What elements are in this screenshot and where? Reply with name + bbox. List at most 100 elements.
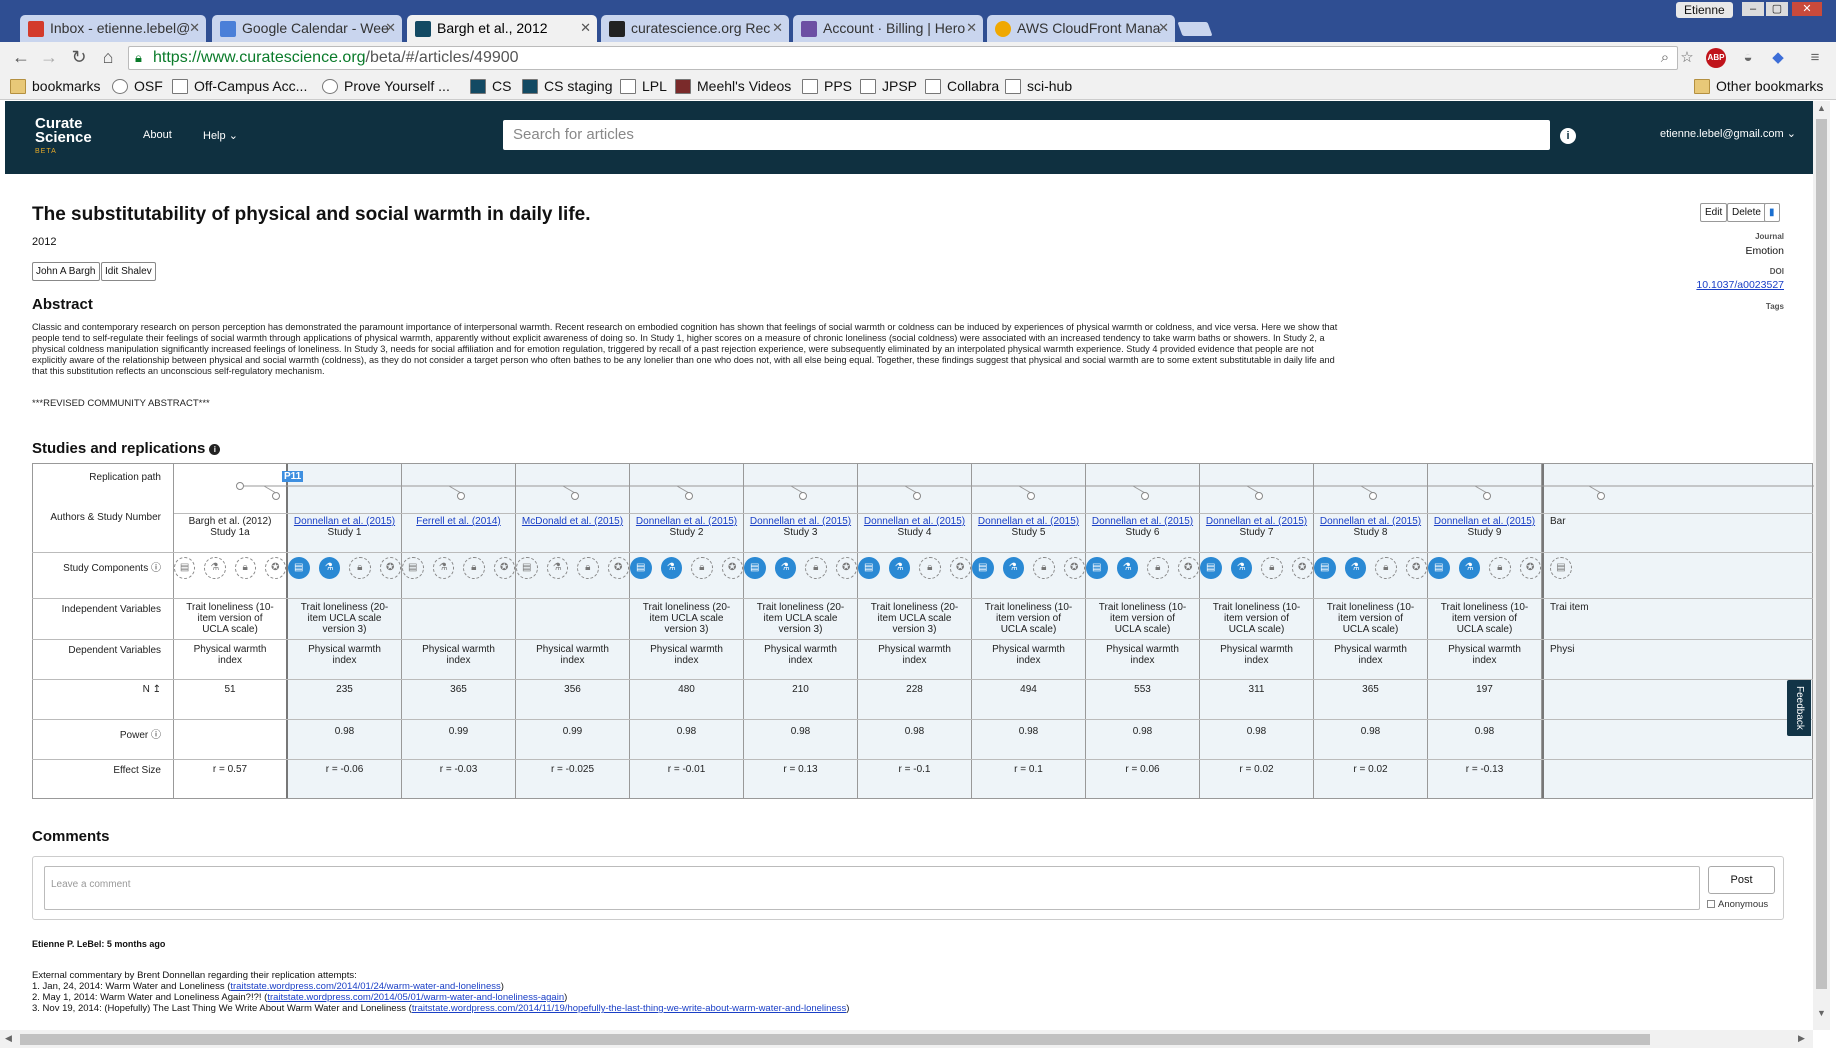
horizontal-scrollbar[interactable]: ◀ ▶ <box>0 1030 1813 1048</box>
other-bookmarks[interactable]: Other bookmarks <box>1694 78 1823 94</box>
lock-icon[interactable]: 🔒︎ <box>1033 557 1055 579</box>
flask-icon[interactable]: ⚗ <box>1230 557 1252 579</box>
lock-icon[interactable]: 🔒︎ <box>1147 557 1169 579</box>
bookmark-item[interactable]: Collabra <box>925 78 999 94</box>
browser-tab[interactable]: AWS CloudFront Mana ✕ <box>987 15 1175 42</box>
study-author-link[interactable]: Donnellan et al. (2015) <box>1092 516 1193 527</box>
info-icon[interactable]: ⓘ <box>151 730 161 741</box>
study-author-link[interactable]: Donnellan et al. (2015) <box>1434 516 1535 527</box>
study-author-link[interactable]: McDonald et al. (2015) <box>522 516 623 527</box>
browser-tab-active[interactable]: Bargh et al., 2012 ✕ <box>407 15 597 42</box>
lock-icon[interactable]: 🔒︎ <box>919 557 941 579</box>
reload-icon[interactable]: ↻ <box>68 47 90 68</box>
edit-button[interactable]: Edit <box>1700 203 1728 222</box>
nav-help[interactable]: Help ⌄ <box>203 129 238 142</box>
lock-icon[interactable]: 🔒︎ <box>1375 557 1397 579</box>
bookmark-item[interactable]: OSF <box>112 78 163 94</box>
bookmark-item[interactable]: PPS <box>802 78 852 94</box>
materials-icon[interactable]: ▤ <box>1428 557 1450 579</box>
study-author-link[interactable]: Donnellan et al. (2015) <box>864 516 965 527</box>
studies-table[interactable]: Replication path Authors & Study Number … <box>32 463 1813 799</box>
lock-icon[interactable]: 🔒︎ <box>463 557 485 579</box>
bookmark-item[interactable]: CS staging <box>522 78 612 94</box>
nav-about[interactable]: About <box>143 129 172 141</box>
post-button[interactable]: Post <box>1708 866 1775 894</box>
bookmark-item[interactable]: JPSP <box>860 78 917 94</box>
flask-icon[interactable]: ⚗ <box>1458 557 1480 579</box>
comment-link[interactable]: traitstate.wordpress.com/2014/05/01/warm… <box>267 992 564 1003</box>
badge-icon[interactable]: ✪ <box>379 557 401 579</box>
scroll-up-icon[interactable]: ▲ <box>1817 103 1826 113</box>
scroll-right-icon[interactable]: ▶ <box>1798 1033 1805 1044</box>
badge-icon[interactable]: ✪ <box>1177 557 1199 579</box>
info-icon[interactable]: i <box>1560 128 1576 144</box>
menu-icon[interactable]: ≡ <box>1805 48 1825 68</box>
extension-icon[interactable]: ◆ <box>1768 48 1788 68</box>
materials-icon[interactable]: ▤ <box>744 557 766 579</box>
vertical-scrollbar[interactable]: ▲ ▼ <box>1813 101 1830 1030</box>
badge-icon[interactable]: ✪ <box>264 557 286 579</box>
close-tab-icon[interactable]: ✕ <box>772 20 783 36</box>
scroll-down-icon[interactable]: ▼ <box>1817 1008 1826 1018</box>
author-chip[interactable]: Idit Shalev <box>101 262 156 281</box>
materials-icon[interactable]: ▤ <box>972 557 994 579</box>
flask-icon[interactable]: ⚗ <box>660 557 682 579</box>
new-tab-button[interactable] <box>1177 22 1213 36</box>
info-icon[interactable]: i <box>209 443 221 455</box>
badge-icon[interactable]: ✪ <box>1405 557 1427 579</box>
zoom-icon[interactable]: ⌕ <box>1655 48 1675 68</box>
window-profile-name[interactable]: Etienne <box>1676 2 1733 18</box>
study-author-link[interactable]: Donnellan et al. (2015) <box>1320 516 1421 527</box>
materials-icon[interactable]: ▤ <box>402 557 424 579</box>
info-icon[interactable]: ⓘ <box>151 563 161 574</box>
lock-icon[interactable]: 🔒︎ <box>1261 557 1283 579</box>
adblock-icon[interactable]: ABP <box>1706 48 1726 68</box>
bookmark-item[interactable]: Prove Yourself ... <box>322 78 450 94</box>
badge-icon[interactable]: ✪ <box>1291 557 1313 579</box>
comment-input[interactable]: Leave a comment <box>44 866 1700 910</box>
user-menu[interactable]: etienne.lebel@gmail.com ⌄ <box>1660 127 1796 140</box>
flask-icon[interactable]: ⚗ <box>546 557 568 579</box>
lock-icon[interactable]: 🔒︎ <box>234 557 256 579</box>
home-icon[interactable]: ⌂ <box>97 47 119 68</box>
study-author-link[interactable]: Donnellan et al. (2015) <box>1206 516 1307 527</box>
lock-icon[interactable]: 🔒︎ <box>805 557 827 579</box>
materials-icon[interactable]: ▤ <box>516 557 538 579</box>
sort-icon[interactable]: ↥ <box>153 684 161 695</box>
lock-icon[interactable]: 🔒︎ <box>577 557 599 579</box>
badge-icon[interactable]: ✪ <box>721 557 743 579</box>
flask-icon[interactable]: ⚗ <box>1002 557 1024 579</box>
scroll-left-icon[interactable]: ◀ <box>5 1033 12 1044</box>
comment-link[interactable]: traitstate.wordpress.com/2014/01/24/warm… <box>230 981 500 992</box>
browser-tab[interactable]: Google Calendar - Wee ✕ <box>212 15 402 42</box>
lock-icon[interactable]: 🔒︎ <box>349 557 371 579</box>
bookmark-item[interactable]: sci-hub <box>1005 78 1072 94</box>
browser-tab[interactable]: Account · Billing | Hero ✕ <box>793 15 983 42</box>
badge-icon[interactable]: ✪ <box>493 557 515 579</box>
badge-icon[interactable]: ✪ <box>607 557 629 579</box>
path-badge[interactable]: P11 <box>282 471 304 482</box>
flask-icon[interactable]: ⚗ <box>318 557 340 579</box>
materials-icon[interactable]: ▤ <box>174 557 196 579</box>
delete-button[interactable]: Delete <box>1727 203 1766 222</box>
badge-icon[interactable]: ✪ <box>835 557 857 579</box>
scrollbar-thumb[interactable] <box>1816 119 1827 989</box>
browser-tab[interactable]: Inbox - etienne.lebel@ ✕ <box>20 15 206 42</box>
study-author-link[interactable]: Ferrell et al. (2014) <box>416 516 500 527</box>
materials-icon[interactable]: ▤ <box>288 557 310 579</box>
checkbox-icon[interactable] <box>1707 900 1715 909</box>
pocket-icon[interactable]: ◒ <box>1738 48 1758 68</box>
author-chip[interactable]: John A Bargh <box>32 262 100 281</box>
flask-icon[interactable]: ⚗ <box>1116 557 1138 579</box>
close-tab-icon[interactable]: ✕ <box>189 20 200 36</box>
badge-icon[interactable]: ✪ <box>1063 557 1085 579</box>
materials-icon[interactable]: ▤ <box>1200 557 1222 579</box>
study-author-link[interactable]: Donnellan et al. (2015) <box>636 516 737 527</box>
bookmark-star-icon[interactable]: ☆ <box>1677 48 1697 68</box>
address-bar[interactable]: 🔒︎ https://www.curatescience.org/beta/#/a… <box>128 46 1678 70</box>
close-tab-icon[interactable]: ✕ <box>966 20 977 36</box>
materials-icon[interactable]: ▤ <box>1314 557 1336 579</box>
materials-icon[interactable]: ▤ <box>630 557 652 579</box>
study-author-link[interactable]: Donnellan et al. (2015) <box>294 516 395 527</box>
browser-tab[interactable]: curatescience.org Rec ✕ <box>601 15 789 42</box>
